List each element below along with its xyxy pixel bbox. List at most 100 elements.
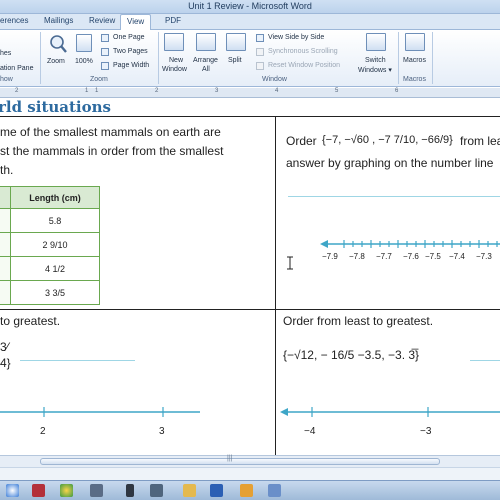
mammal-length-table: Length (cm) 5.8 2 9/10 4 1/2 3 3/5 — [0, 186, 100, 305]
table-row: 2 9/10 — [0, 232, 100, 257]
table-cell — [0, 208, 11, 233]
table-border-row — [0, 309, 500, 310]
q2-answer-line — [288, 196, 500, 197]
q2-tick-label: −7.6 — [403, 252, 419, 261]
ruler-mark: 4 — [275, 88, 279, 94]
q2-tick-label: −7.8 — [349, 252, 365, 261]
one-page-icon — [101, 34, 109, 42]
q3-fraction-top: 3⁄ — [0, 340, 9, 354]
reset-position-icon — [256, 62, 264, 70]
magnifier-icon — [50, 35, 67, 53]
phone-icon[interactable] — [126, 484, 134, 497]
table-row: Length (cm) — [0, 186, 100, 209]
network-icon[interactable] — [150, 484, 163, 497]
title-bar: Unit 1 Review - Microsoft Word — [0, 0, 500, 14]
q3-tick-label: 2 — [40, 426, 46, 437]
scrollbar-thumb[interactable]: ||| — [40, 455, 440, 465]
length-header: Length (cm) — [10, 186, 100, 209]
macros-icon — [405, 33, 425, 51]
q3-tick-label: 3 — [159, 426, 165, 437]
length-cell: 5.8 — [10, 208, 100, 233]
q2-tick-label: −7.7 — [376, 252, 392, 261]
show-group-label: how — [0, 76, 13, 83]
zoom-group-label: Zoom — [90, 76, 108, 83]
tab-references[interactable]: erences — [0, 16, 28, 25]
tab-mailings[interactable]: Mailings — [44, 16, 73, 25]
horizontal-scrollbar[interactable]: ||| — [0, 455, 500, 467]
q3-text-line-1: to greatest. — [0, 314, 61, 328]
q4-tick-label: −4 — [304, 426, 316, 437]
media-icon[interactable] — [90, 484, 103, 497]
group-separator — [40, 32, 41, 84]
split-icon — [226, 33, 246, 51]
q2-tick-label: −7.9 — [322, 252, 338, 261]
tab-view[interactable]: View — [120, 14, 152, 31]
q2-order-word: Order — [286, 134, 317, 148]
length-cell: 3 3/5 — [10, 280, 100, 305]
group-separator — [432, 32, 433, 84]
q4-answer-line — [470, 360, 500, 361]
word-window: Unit 1 Review - Microsoft Word erences M… — [0, 0, 500, 500]
ribbon: hes ation Pane how Zoom 100% One Page Tw… — [0, 30, 500, 87]
new-window-label-2: Window — [162, 66, 187, 73]
table-row: 4 1/2 — [0, 256, 100, 281]
split-label: Split — [228, 57, 242, 64]
outlook-icon[interactable] — [240, 484, 253, 497]
macros-group-label: Macros — [403, 76, 426, 83]
q2-tick-label: −7.4 — [449, 252, 465, 261]
sync-scrolling-label: Synchronous Scrolling — [268, 48, 338, 55]
nav-pane-text-1[interactable]: hes — [0, 50, 11, 57]
nav-pane-checkbox[interactable]: ation Pane — [0, 65, 33, 72]
q4-number-set: {−√12, − 16/5 −3.5, −3. 3̅} — [283, 348, 420, 362]
group-separator — [158, 32, 159, 84]
q1-text-line-2: st the mammals in order from the smalles… — [0, 144, 224, 158]
reset-position-label: Reset Window Position — [268, 62, 340, 69]
taskbar — [0, 480, 500, 500]
access-icon[interactable] — [32, 484, 45, 497]
folder-icon[interactable] — [183, 484, 196, 497]
q2-tick-label: −7.5 — [425, 252, 441, 261]
tab-pdf[interactable]: PDF — [165, 16, 181, 25]
section-heading: rld situations — [0, 98, 111, 116]
arrow-left-icon — [280, 408, 288, 416]
switch-windows-icon — [366, 33, 386, 51]
page-width-label: Page Width — [113, 62, 150, 69]
switch-label-1: Switch — [365, 57, 386, 64]
arrow-left-icon — [320, 240, 328, 248]
q4-number-line — [280, 407, 500, 417]
macros-label: Macros — [403, 57, 426, 64]
table-cell — [0, 232, 11, 257]
side-by-side-icon — [256, 34, 264, 42]
page-100-icon — [76, 34, 92, 52]
horizontal-ruler[interactable]: 2 1 1 2 3 4 5 6 — [0, 88, 500, 98]
q2-number-set: {−7, −√60 , −7 7/10, −66/9} — [322, 134, 453, 146]
side-by-side-label: View Side by Side — [268, 34, 325, 41]
grip-icon: ||| — [227, 455, 233, 462]
chrome-icon[interactable] — [60, 484, 73, 497]
new-window-icon — [164, 33, 184, 51]
word-icon[interactable] — [210, 484, 223, 497]
tab-review[interactable]: Review — [89, 16, 115, 25]
zoom-100-label: 100% — [75, 58, 93, 65]
document-page[interactable]: rld situations me of the smallest mammal… — [0, 98, 500, 455]
q1-text-line-3: th. — [0, 163, 14, 177]
table-row: 5.8 — [0, 208, 100, 233]
length-cell: 4 1/2 — [10, 256, 100, 281]
status-bar — [0, 467, 500, 480]
length-cell: 2 9/10 — [10, 232, 100, 257]
arrange-all-icon — [196, 33, 216, 51]
one-page-label: One Page — [113, 34, 145, 41]
table-border-top — [0, 116, 500, 117]
ruler-mark: 2 — [155, 88, 159, 94]
window-title: Unit 1 Review - Microsoft Word — [188, 1, 312, 11]
q4-tick-label: −3 — [420, 426, 432, 437]
page-width-icon — [101, 62, 109, 70]
q3-fraction-bottom: 4} — [0, 356, 11, 370]
q4-text-line-1: Order from least to greatest. — [283, 314, 434, 328]
start-icon[interactable] — [6, 484, 19, 497]
paint-icon[interactable] — [268, 484, 281, 497]
q1-text-line-1: me of the smallest mammals on earth are — [0, 125, 221, 139]
table-cell — [0, 280, 11, 305]
ruler-mark: 1 — [95, 88, 99, 94]
new-window-label-1: New — [169, 57, 184, 64]
